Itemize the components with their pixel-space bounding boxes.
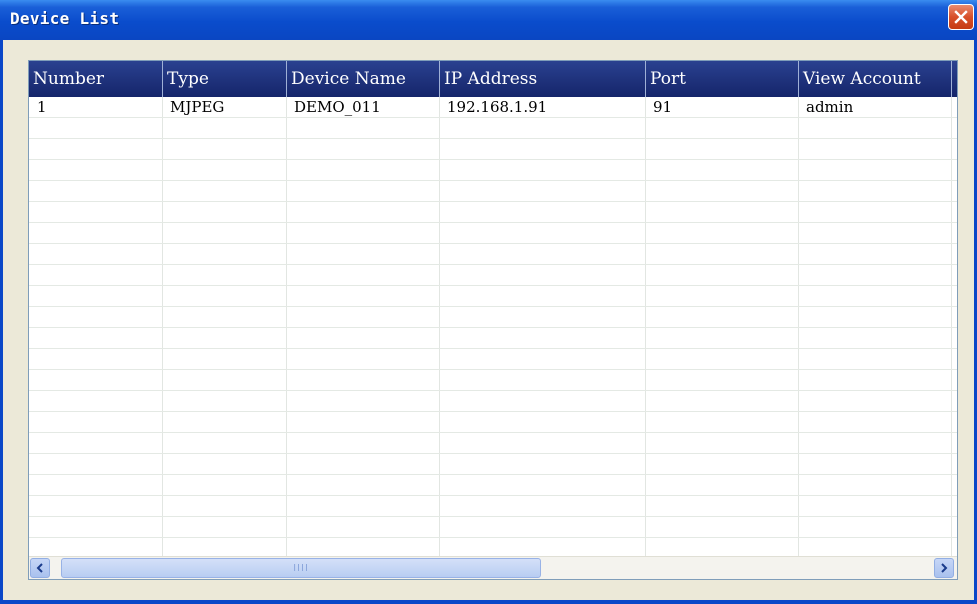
table-row-empty[interactable] [29, 412, 957, 433]
table-row-empty[interactable] [29, 517, 957, 538]
table-row-empty[interactable] [29, 286, 957, 307]
title-bar[interactable]: Device List [0, 0, 977, 40]
column-header-ip-address[interactable]: IP Address [439, 61, 645, 97]
column-header-overflow[interactable] [951, 61, 957, 97]
close-icon [954, 10, 968, 24]
table-row-empty[interactable] [29, 391, 957, 412]
table-row-empty[interactable] [29, 244, 957, 265]
table-row-empty[interactable] [29, 328, 957, 349]
column-header-number[interactable]: Number [29, 61, 162, 97]
table-row-empty[interactable] [29, 307, 957, 328]
cell-view-account: admin [806, 98, 854, 116]
column-header-port[interactable]: Port [645, 61, 798, 97]
arrow-left-icon [36, 563, 43, 573]
thumb-grip: IIII [293, 562, 309, 574]
table-row-empty[interactable] [29, 496, 957, 517]
cell-number: 1 [37, 98, 47, 116]
arrow-right-icon [941, 563, 948, 573]
table-row-empty[interactable] [29, 433, 957, 454]
table-row-empty[interactable] [29, 202, 957, 223]
table-row-empty[interactable] [29, 139, 957, 160]
cell-device-name: DEMO_011 [294, 98, 381, 116]
close-button[interactable] [948, 4, 974, 30]
table-row[interactable]: 1 MJPEG DEMO_011 192.168.1.91 91 admin [29, 97, 957, 118]
cell-ip-address: 192.168.1.91 [447, 98, 548, 116]
table-header: Number Type Device Name IP Address Port … [29, 61, 957, 97]
table-row-empty[interactable] [29, 349, 957, 370]
table-row-empty[interactable] [29, 475, 957, 496]
column-header-device-name[interactable]: Device Name [286, 61, 439, 97]
cell-type: MJPEG [170, 98, 225, 116]
table-row-empty[interactable] [29, 181, 957, 202]
device-list-window: Device List Number Type Device Name IP A… [0, 0, 977, 604]
cell-port: 91 [653, 98, 673, 116]
device-table[interactable]: Number Type Device Name IP Address Port … [28, 60, 958, 580]
table-row-empty[interactable] [29, 160, 957, 181]
scroll-right-button[interactable] [934, 558, 954, 578]
window-title: Device List [10, 9, 120, 28]
table-row-empty[interactable] [29, 454, 957, 475]
table-row-empty[interactable] [29, 265, 957, 286]
scrollbar-thumb[interactable]: IIII [61, 558, 541, 578]
scroll-left-button[interactable] [30, 558, 50, 578]
table-row-empty[interactable] [29, 370, 957, 391]
column-header-view-account[interactable]: View Account [798, 61, 951, 97]
column-header-type[interactable]: Type [162, 61, 286, 97]
horizontal-scrollbar[interactable]: IIII [29, 556, 957, 579]
table-row-empty[interactable] [29, 223, 957, 244]
table-row-empty[interactable] [29, 118, 957, 139]
